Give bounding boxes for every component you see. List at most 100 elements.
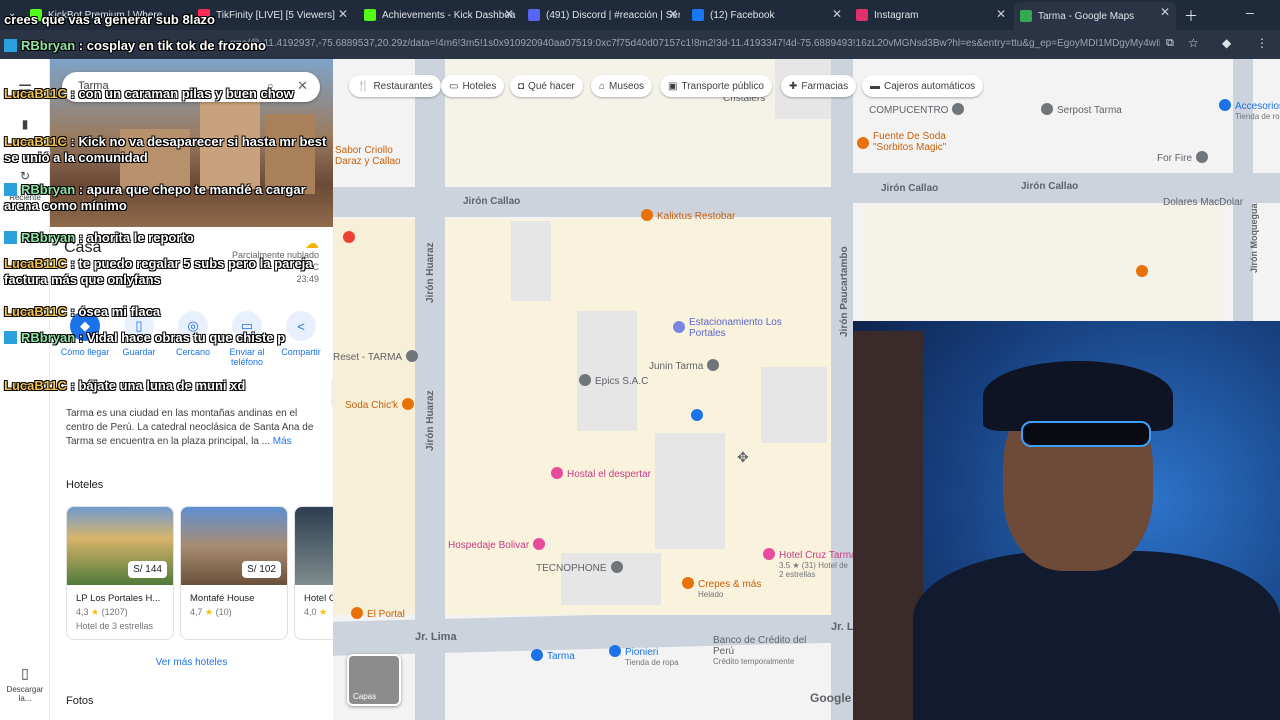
poi-tarma[interactable]: Tarma: [531, 649, 575, 662]
new-tab-icon[interactable]: ＋: [1184, 6, 1198, 26]
close-icon[interactable]: ✕: [668, 7, 678, 21]
kick-badge-icon: [4, 183, 17, 196]
tab-instagram[interactable]: Instagram ✕: [856, 4, 1008, 26]
poi-sorbitos-magic[interactable]: Fuente De Soda "Sorbitos Magic": [857, 131, 987, 153]
hotel-photo: [295, 507, 333, 585]
poi-hostal-despertar[interactable]: Hostal el despertar: [551, 467, 651, 480]
hotel-card[interactable]: Hotel C 4,0 ★: [294, 506, 333, 640]
minimize-icon[interactable]: –: [1246, 4, 1254, 20]
kick-badge-icon: [4, 231, 17, 244]
poi-pionieri[interactable]: Pionieri Tienda de ropa: [609, 645, 679, 667]
poi-compucentro[interactable]: COMPUCENTRO: [869, 103, 968, 116]
chat-username: LucaB11C: [4, 256, 67, 271]
chip-restaurants[interactable]: 🍴 Restaurantes: [349, 75, 441, 97]
discord-icon: [528, 9, 540, 21]
poi-marker-left[interactable]: [343, 231, 355, 243]
chat-message: RBbryan : Vidal hace obras tu que chiste…: [4, 330, 329, 346]
bed-icon: ▭: [449, 80, 459, 92]
place-pin-icon: [610, 561, 623, 573]
kick-badge-icon: [4, 39, 17, 52]
fork-knife-icon: 🍴: [357, 80, 370, 92]
road-label: Jirón Paucartambo: [839, 246, 850, 337]
chat-message: LucaB11C : bájate una luna de muni xd: [4, 378, 246, 393]
bookmark-star-icon[interactable]: ☆: [1188, 36, 1199, 50]
close-icon[interactable]: ✕: [996, 7, 1006, 21]
poi-epics[interactable]: Epics S.A.C: [579, 374, 648, 387]
tab-kick-achievements[interactable]: Achievements - Kick Dashboard ✕: [364, 4, 516, 26]
chat-message: LucaB11C : te puedo regalar 5 subs pero …: [4, 256, 313, 287]
poi-soda-chick[interactable]: Soda Chic'k: [345, 398, 418, 411]
close-icon[interactable]: ✕: [1160, 5, 1170, 19]
map-canvas-right[interactable]: Jirón Callao Jirón Callao Jirón Moquegua…: [853, 59, 1280, 321]
poi-reset-tarma[interactable]: Reset - TARMA: [333, 350, 422, 363]
tab-kick-title: Achievements - Kick Dashboard: [382, 9, 516, 21]
chip-pharmacies[interactable]: ✚ Farmacias: [781, 75, 857, 97]
poi-serpost[interactable]: Serpost Tarma: [1041, 103, 1122, 116]
restaurant-icon: [641, 209, 653, 221]
tab-facebook[interactable]: (12) Facebook ✕: [692, 4, 844, 26]
layers-button[interactable]: Capas: [347, 654, 401, 706]
more-hotels-link[interactable]: Ver más hoteles: [50, 657, 333, 668]
facebook-icon: [692, 9, 704, 21]
more-link[interactable]: Más: [273, 436, 292, 447]
poi-hospedaje-bolivar[interactable]: Hospedaje Bolivar: [448, 538, 549, 551]
chip-transit[interactable]: ▣ Transporte público: [660, 75, 772, 97]
extension-icon[interactable]: ◆: [1222, 36, 1231, 50]
place-pin-icon: [531, 649, 543, 661]
poi-tecnophone[interactable]: TECNOPHONE: [536, 561, 627, 574]
chip-things-to-do[interactable]: ◘ Qué hacer: [510, 75, 583, 97]
chat-username: RBbryan: [21, 230, 76, 245]
url-text[interactable]: rma/@-11.4192937,-75.6889537,20.29z/data…: [230, 38, 1160, 49]
bus-icon: ▣: [668, 80, 678, 92]
poi-home[interactable]: [691, 409, 707, 422]
close-icon[interactable]: ✕: [338, 7, 348, 21]
hotel-rating: 4,7 ★ (10): [190, 607, 232, 618]
hotel-card[interactable]: S/ 102 Montafé House 4,7 ★ (10): [180, 506, 288, 640]
rating-value: 4,0: [304, 607, 317, 617]
chip-atms[interactable]: ▬ Cajeros automáticos: [862, 75, 984, 97]
hotel-card[interactable]: S/ 144 LP Los Portales H... 4,3 ★ (1207)…: [66, 506, 174, 640]
hotel-price: S/ 102: [242, 561, 281, 578]
close-icon[interactable]: ✕: [504, 7, 514, 21]
chip-museums[interactable]: ⌂ Museos: [591, 75, 653, 97]
chip-hotels[interactable]: ▭ Hoteles: [441, 75, 505, 97]
download-label[interactable]: Descargar la...: [0, 685, 50, 703]
cursor-move-icon: ✥: [737, 449, 749, 465]
place-description: Tarma es una ciudad en las montañas andi…: [66, 407, 324, 449]
chat-message: LucaB11C : Kick no va desaparecer si has…: [4, 134, 327, 165]
road-label: Jirón Callao: [463, 196, 521, 207]
install-app-icon[interactable]: ⧉: [1166, 37, 1174, 50]
place-pin-icon: [952, 103, 965, 115]
place-pin-icon: [707, 359, 720, 371]
stream-chat-overlay: crees que vas a generar sub 8lazo RBbrya…: [0, 0, 333, 400]
place-pin-icon: [406, 350, 419, 362]
download-icon[interactable]: ▯: [0, 665, 50, 682]
poi-for-fire[interactable]: For Fire: [1157, 151, 1212, 164]
poi-el-portal[interactable]: El Portal: [351, 607, 405, 620]
road-label: Jirón Moquegua: [1249, 203, 1259, 274]
poi-kalixtus[interactable]: Kalixtus Restobar: [641, 209, 735, 222]
menu-dots-icon[interactable]: ⋮: [1256, 36, 1268, 50]
hotel-rating: 4,3 ★ (1207): [76, 607, 128, 618]
home-icon: [691, 409, 703, 421]
webcam-video: [853, 321, 1280, 720]
road-label: Jr. Lima: [831, 621, 853, 633]
star-icon: ★: [91, 607, 100, 617]
poi-estacionamiento[interactable]: Estacionamiento Los Portales: [673, 317, 809, 339]
poi-sabor-criollo[interactable]: Sabor Criollo Daraz y Callao: [335, 145, 411, 167]
poi-crepes[interactable]: Crepes & más Helado: [682, 577, 761, 599]
tab-google-maps[interactable]: Tarma - Google Maps ✕: [1014, 2, 1176, 30]
poi-accesorios[interactable]: Accesorios Tienda de ropa: [1219, 99, 1280, 121]
close-icon[interactable]: ✕: [832, 7, 842, 21]
review-count: (10): [215, 607, 232, 617]
chat-username: RBbryan: [21, 38, 76, 53]
poi-bcp[interactable]: Banco de Crédito del Perú Crédito tempor…: [713, 635, 813, 666]
chat-username: LucaB11C: [4, 304, 67, 319]
poi-marker-right[interactable]: [1136, 265, 1148, 277]
poi-dolares-macdolar[interactable]: Dolares MacDolar: [1163, 197, 1243, 208]
photos-section-title: Fotos: [66, 695, 94, 707]
tab-discord[interactable]: (491) Discord | #reacción | Serv... ✕: [528, 4, 680, 26]
poi-hotel-cruz[interactable]: Hotel Cruz Tarma 3.5 ★ (31) Hotel de 2 e…: [763, 548, 853, 579]
map-canvas[interactable]: Jirón Callao Jirón Huaraz Jirón Huaraz J…: [333, 59, 853, 720]
poi-junin-tarma[interactable]: Junin Tarma: [649, 359, 723, 372]
